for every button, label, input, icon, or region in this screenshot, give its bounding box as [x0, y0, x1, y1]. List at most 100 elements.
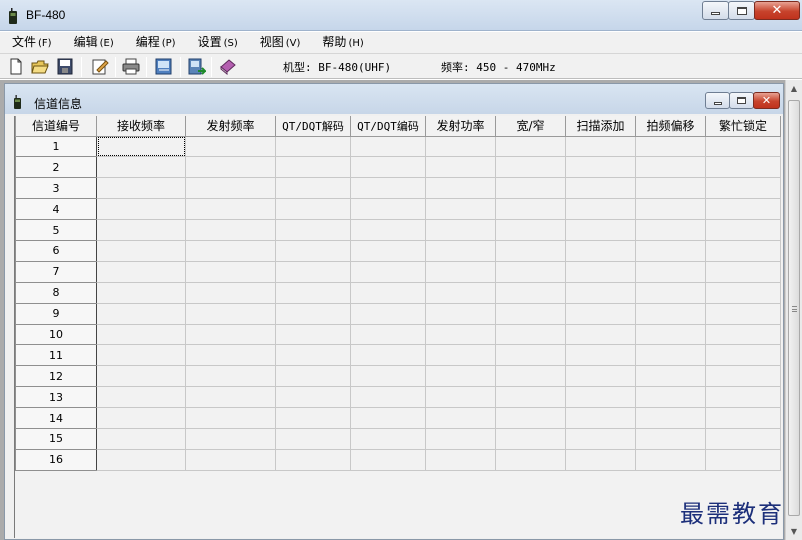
table-cell[interactable]: [96, 260, 186, 283]
table-cell[interactable]: [425, 302, 496, 325]
table-row[interactable]: 12: [15, 365, 781, 388]
table-cell[interactable]: [185, 365, 276, 388]
vertical-scrollbar[interactable]: ▲ ▼: [785, 80, 802, 540]
table-cell[interactable]: [185, 407, 276, 429]
channel-number-cell[interactable]: 8: [15, 281, 97, 304]
table-cell[interactable]: [96, 198, 186, 221]
minimize-button[interactable]: [702, 1, 729, 20]
column-header[interactable]: QT/DQT编码: [350, 116, 426, 137]
table-cell[interactable]: [565, 135, 636, 158]
table-cell[interactable]: [96, 156, 186, 179]
close-button[interactable]: ✕: [754, 1, 800, 20]
table-cell[interactable]: [635, 427, 706, 450]
table-cell[interactable]: [425, 219, 496, 241]
table-cell[interactable]: [350, 260, 426, 283]
table-row[interactable]: 5: [15, 219, 781, 241]
channel-number-cell[interactable]: 2: [15, 156, 97, 179]
table-cell[interactable]: [275, 302, 351, 325]
table-cell[interactable]: [185, 427, 276, 450]
table-row[interactable]: 16: [15, 448, 781, 471]
table-cell[interactable]: [275, 281, 351, 304]
table-cell[interactable]: [565, 198, 636, 221]
table-cell[interactable]: [275, 365, 351, 388]
table-cell[interactable]: [425, 344, 496, 367]
edit-icon[interactable]: [91, 58, 109, 75]
channel-number-cell[interactable]: 11: [15, 344, 97, 367]
table-cell[interactable]: [185, 448, 276, 471]
table-cell[interactable]: [425, 260, 496, 283]
table-cell[interactable]: [96, 448, 186, 471]
table-cell[interactable]: [425, 198, 496, 221]
table-cell[interactable]: [495, 323, 566, 346]
table-cell[interactable]: [96, 135, 186, 158]
table-cell[interactable]: [705, 177, 781, 200]
table-cell[interactable]: [350, 239, 426, 262]
table-row[interactable]: 3: [15, 177, 781, 200]
table-cell[interactable]: [275, 448, 351, 471]
table-cell[interactable]: [635, 281, 706, 304]
channel-number-cell[interactable]: 4: [15, 198, 97, 221]
channel-number-cell[interactable]: 12: [15, 365, 97, 388]
table-cell[interactable]: [350, 281, 426, 304]
channel-number-cell[interactable]: 9: [15, 302, 97, 325]
table-cell[interactable]: [565, 177, 636, 200]
table-cell[interactable]: [350, 344, 426, 367]
table-cell[interactable]: [565, 344, 636, 367]
table-cell[interactable]: [185, 344, 276, 367]
column-header[interactable]: 接收频率: [96, 116, 186, 137]
table-cell[interactable]: [185, 177, 276, 200]
column-header[interactable]: 拍频偏移: [635, 116, 706, 137]
table-cell[interactable]: [275, 344, 351, 367]
table-cell[interactable]: [705, 365, 781, 388]
table-cell[interactable]: [96, 239, 186, 262]
table-cell[interactable]: [495, 344, 566, 367]
child-minimize-button[interactable]: [705, 92, 730, 109]
table-row[interactable]: 15: [15, 427, 781, 450]
table-cell[interactable]: [565, 448, 636, 471]
table-cell[interactable]: [425, 323, 496, 346]
column-header[interactable]: 发射频率: [185, 116, 276, 137]
table-row[interactable]: 4: [15, 198, 781, 221]
channel-number-cell[interactable]: 10: [15, 323, 97, 346]
table-cell[interactable]: [495, 427, 566, 450]
table-cell[interactable]: [635, 407, 706, 429]
table-cell[interactable]: [565, 323, 636, 346]
print-icon[interactable]: [122, 58, 140, 75]
table-cell[interactable]: [425, 239, 496, 262]
table-cell[interactable]: [275, 239, 351, 262]
table-cell[interactable]: [96, 177, 186, 200]
table-cell[interactable]: [495, 448, 566, 471]
table-row[interactable]: 13: [15, 386, 781, 409]
table-cell[interactable]: [275, 135, 351, 158]
channel-number-cell[interactable]: 15: [15, 427, 97, 450]
table-cell[interactable]: [495, 281, 566, 304]
channel-number-cell[interactable]: 14: [15, 407, 97, 429]
write-radio-icon[interactable]: [188, 58, 206, 75]
column-header[interactable]: 发射功率: [425, 116, 496, 137]
table-cell[interactable]: [96, 219, 186, 241]
table-cell[interactable]: [185, 135, 276, 158]
table-cell[interactable]: [275, 427, 351, 450]
table-cell[interactable]: [275, 260, 351, 283]
table-cell[interactable]: [96, 323, 186, 346]
table-cell[interactable]: [350, 448, 426, 471]
menu-program[interactable]: 编程 (P): [124, 32, 186, 53]
table-cell[interactable]: [350, 323, 426, 346]
table-cell[interactable]: [705, 281, 781, 304]
table-cell[interactable]: [350, 427, 426, 450]
table-cell[interactable]: [495, 219, 566, 241]
table-cell[interactable]: [495, 177, 566, 200]
new-file-icon[interactable]: [7, 58, 25, 75]
table-cell[interactable]: [275, 323, 351, 346]
table-row[interactable]: 14: [15, 407, 781, 429]
column-header[interactable]: 扫描添加: [565, 116, 636, 137]
table-cell[interactable]: [635, 239, 706, 262]
channel-number-cell[interactable]: 16: [15, 448, 97, 471]
maximize-button[interactable]: [728, 1, 755, 20]
table-row[interactable]: 6: [15, 239, 781, 262]
table-cell[interactable]: [565, 407, 636, 429]
table-cell[interactable]: [635, 135, 706, 158]
table-cell[interactable]: [425, 365, 496, 388]
table-cell[interactable]: [495, 156, 566, 179]
table-cell[interactable]: [275, 219, 351, 241]
